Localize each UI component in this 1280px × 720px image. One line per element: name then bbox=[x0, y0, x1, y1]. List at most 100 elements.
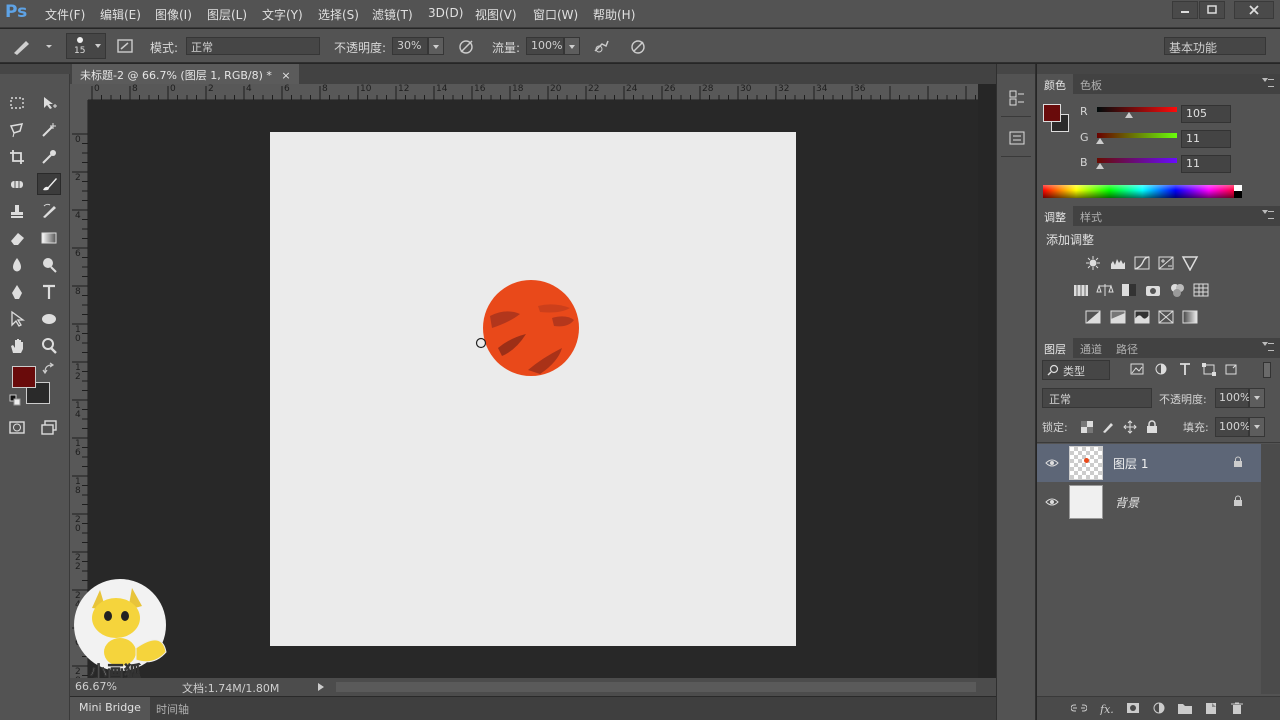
workspace-switcher[interactable]: 基本功能 bbox=[1164, 37, 1266, 55]
brightness-contrast-button[interactable] bbox=[1084, 255, 1102, 271]
ruler-origin[interactable] bbox=[70, 84, 88, 100]
eyedropper-tool[interactable] bbox=[37, 146, 61, 168]
green-slider-thumb-icon[interactable] bbox=[1096, 138, 1104, 144]
gradient-tool[interactable] bbox=[37, 227, 61, 249]
history-brush-tool[interactable] bbox=[37, 200, 61, 222]
green-slider[interactable] bbox=[1097, 133, 1177, 138]
document-tab[interactable]: 未标题-2 @ 66.7% (图层 1, RGB/8) * × bbox=[72, 64, 299, 84]
invert-button[interactable] bbox=[1084, 309, 1102, 325]
foreground-color-swatch[interactable] bbox=[12, 366, 36, 388]
move-tool[interactable] bbox=[37, 92, 61, 114]
blue-slider[interactable] bbox=[1097, 158, 1177, 163]
lasso-tool[interactable] bbox=[5, 119, 29, 141]
visibility-eye-icon[interactable] bbox=[1045, 457, 1059, 469]
brush-size-picker[interactable]: 15 bbox=[66, 33, 106, 59]
background-layer-name[interactable]: 背景 bbox=[1115, 494, 1139, 511]
clone-stamp-tool[interactable] bbox=[5, 200, 29, 222]
posterize-button[interactable] bbox=[1109, 309, 1127, 325]
red-value-input[interactable]: 105 bbox=[1181, 105, 1231, 123]
layer1-name[interactable]: 图层 1 bbox=[1113, 455, 1148, 472]
layer-row-background[interactable]: 背景 bbox=[1037, 483, 1261, 521]
add-mask-icon[interactable] bbox=[1125, 701, 1141, 715]
menu-edit[interactable]: 编辑(E) bbox=[100, 6, 141, 23]
pressure-opacity-icon[interactable] bbox=[456, 37, 476, 55]
brush-tool-preset-icon[interactable] bbox=[8, 35, 54, 57]
tab-color[interactable]: 颜色 bbox=[1037, 74, 1073, 94]
menu-window[interactable]: 窗口(W) bbox=[533, 6, 578, 23]
color-panel-menu-icon[interactable] bbox=[1262, 78, 1274, 88]
flow-input[interactable]: 100% bbox=[526, 37, 564, 55]
levels-button[interactable] bbox=[1109, 255, 1127, 271]
tab-layers[interactable]: 图层 bbox=[1037, 338, 1073, 358]
new-layer-icon[interactable] bbox=[1203, 701, 1219, 715]
tab-styles[interactable]: 样式 bbox=[1073, 206, 1109, 226]
hand-tool[interactable] bbox=[5, 335, 29, 357]
color-balance-button[interactable] bbox=[1096, 282, 1114, 298]
green-value-input[interactable]: 11 bbox=[1181, 130, 1231, 148]
zoom-level[interactable]: 66.67% bbox=[75, 680, 117, 693]
menu-3d[interactable]: 3D(D) bbox=[428, 6, 463, 20]
default-colors-icon[interactable] bbox=[9, 394, 21, 406]
gradient-map-button[interactable] bbox=[1181, 309, 1199, 325]
restore-button[interactable] bbox=[1199, 1, 1225, 19]
horizontal-scrollbar[interactable] bbox=[336, 682, 976, 692]
properties-panel-icon[interactable] bbox=[1007, 128, 1027, 148]
threshold-button[interactable] bbox=[1133, 309, 1151, 325]
type-tool[interactable] bbox=[37, 281, 61, 303]
layer-opacity-input[interactable]: 100% bbox=[1215, 388, 1250, 408]
menu-filter[interactable]: 滤镜(T) bbox=[372, 6, 413, 23]
lock-position-icon[interactable] bbox=[1123, 420, 1137, 434]
new-group-folder-icon[interactable] bbox=[1177, 701, 1193, 715]
filter-adjustment-layers-icon[interactable] bbox=[1153, 362, 1169, 376]
filter-pixel-layers-icon[interactable] bbox=[1129, 362, 1145, 376]
flow-dropdown-button[interactable] bbox=[564, 37, 580, 55]
path-selection-tool[interactable] bbox=[5, 308, 29, 330]
lock-all-icon[interactable] bbox=[1145, 420, 1159, 434]
menu-view[interactable]: 视图(V) bbox=[475, 6, 517, 23]
photo-filter-button[interactable] bbox=[1144, 282, 1162, 298]
airbrush-icon[interactable] bbox=[592, 37, 612, 55]
lock-transparent-pixels-icon[interactable] bbox=[1080, 420, 1094, 434]
tab-channels[interactable]: 通道 bbox=[1073, 338, 1109, 358]
minimize-button[interactable] bbox=[1172, 1, 1198, 19]
visibility-eye-icon[interactable] bbox=[1045, 496, 1059, 508]
brush-panel-toggle-icon[interactable] bbox=[116, 37, 136, 55]
eraser-tool[interactable] bbox=[5, 227, 29, 249]
quick-mask-button[interactable] bbox=[5, 416, 29, 438]
layer-fill-input[interactable]: 100% bbox=[1215, 417, 1250, 437]
exposure-button[interactable] bbox=[1157, 255, 1175, 271]
canvas-workspace[interactable]: 小画狐 bbox=[74, 100, 978, 680]
link-layers-icon[interactable] bbox=[1071, 701, 1087, 715]
pen-tool[interactable] bbox=[5, 281, 29, 303]
menu-select[interactable]: 选择(S) bbox=[318, 6, 359, 23]
tab-paths[interactable]: 路径 bbox=[1109, 338, 1145, 358]
color-panel-foreground-swatch[interactable] bbox=[1043, 104, 1061, 122]
blue-slider-thumb-icon[interactable] bbox=[1096, 163, 1104, 169]
healing-brush-tool[interactable] bbox=[5, 173, 29, 195]
crop-tool[interactable] bbox=[5, 146, 29, 168]
layer-filter-toggle[interactable] bbox=[1263, 362, 1271, 378]
swap-colors-icon[interactable] bbox=[42, 362, 56, 376]
tab-adjustments[interactable]: 调整 bbox=[1037, 206, 1073, 226]
layers-panel-menu-icon[interactable] bbox=[1262, 342, 1274, 352]
vibrance-button[interactable] bbox=[1181, 255, 1199, 271]
delete-layer-trash-icon[interactable] bbox=[1229, 701, 1245, 715]
curves-button[interactable] bbox=[1133, 255, 1151, 271]
layer-style-fx-icon[interactable]: fx. bbox=[1099, 701, 1115, 715]
tab-mini-bridge[interactable]: Mini Bridge bbox=[70, 697, 150, 720]
filter-smart-objects-icon[interactable] bbox=[1223, 362, 1239, 376]
channel-mixer-button[interactable] bbox=[1168, 282, 1186, 298]
layers-scrollbar[interactable] bbox=[1261, 444, 1280, 694]
opacity-input[interactable]: 30% bbox=[392, 37, 428, 55]
selective-color-button[interactable] bbox=[1157, 309, 1175, 325]
brush-tool[interactable] bbox=[37, 173, 61, 195]
menu-file[interactable]: 文件(F) bbox=[45, 6, 85, 23]
color-lookup-button[interactable] bbox=[1192, 282, 1210, 298]
tab-swatches[interactable]: 色板 bbox=[1073, 74, 1109, 94]
layer-row-layer1[interactable]: 图层 1 bbox=[1037, 444, 1261, 482]
opacity-dropdown-button[interactable] bbox=[428, 37, 444, 55]
layer-opacity-dropdown[interactable] bbox=[1249, 388, 1265, 408]
blur-tool[interactable] bbox=[5, 254, 29, 276]
hue-saturation-button[interactable] bbox=[1072, 282, 1090, 298]
document-canvas[interactable] bbox=[270, 132, 796, 646]
